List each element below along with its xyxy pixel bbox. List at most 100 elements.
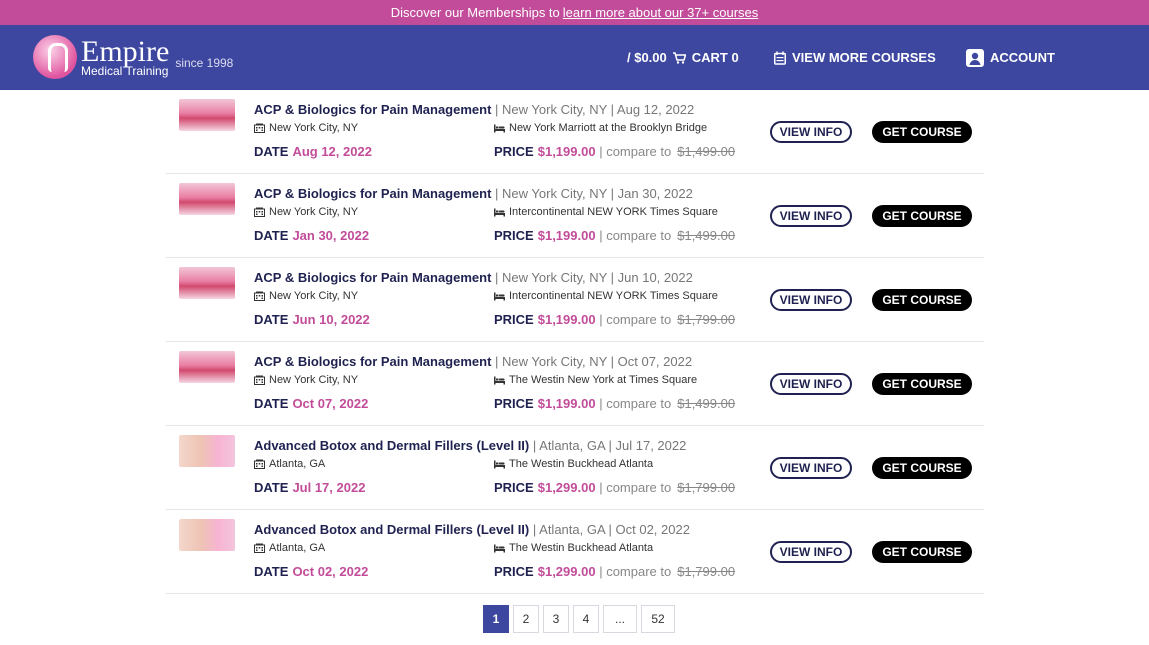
course-old-price: $1,799.00 (677, 480, 736, 495)
cart-link[interactable]: / $0.00 CART 0 (627, 25, 739, 90)
cart-label: CART 0 (691, 50, 739, 65)
course-thumbnail[interactable] (179, 183, 235, 215)
course-price: PRICE $1,199.00 | compare to $1,799.00 (494, 312, 735, 327)
course-thumbnail[interactable] (179, 519, 235, 551)
view-info-button[interactable]: VIEW INFO (770, 121, 852, 143)
building-icon (254, 291, 265, 301)
page-link[interactable]: 1 (483, 605, 509, 633)
course-row: ACP & Biologics for Pain Management | Ne… (166, 90, 984, 174)
course-city: New York City, NY (269, 206, 359, 218)
course-location: Atlanta, GA (254, 542, 325, 554)
view-info-button[interactable]: VIEW INFO (770, 457, 852, 479)
cart-icon (672, 51, 686, 64)
course-title[interactable]: ACP & Biologics for Pain Management (254, 354, 491, 369)
course-row: Advanced Botox and Dermal Fillers (Level… (166, 510, 984, 594)
course-venue: The Westin Buckhead Atlanta (494, 542, 653, 554)
building-icon (254, 207, 265, 217)
course-price-value: $1,299.00 (537, 480, 596, 495)
course-location: Atlanta, GA (254, 458, 325, 470)
building-icon (254, 375, 265, 385)
course-row: ACP & Biologics for Pain Management | Ne… (166, 258, 984, 342)
get-course-button[interactable]: GET COURSE (872, 121, 972, 143)
course-date-value: Jul 17, 2022 (292, 480, 366, 495)
page-link[interactable]: 3 (543, 605, 569, 633)
site-header: Empire Medical Training since 1998 / $0.… (0, 25, 1149, 90)
course-compare-label: | compare to (599, 144, 672, 159)
account-icon (966, 48, 984, 67)
course-price-label: PRICE (494, 228, 534, 243)
bed-icon (494, 208, 505, 216)
get-course-button[interactable]: GET COURSE (872, 457, 972, 479)
account-link[interactable]: ACCOUNT (966, 25, 1055, 90)
course-price-label: PRICE (494, 312, 534, 327)
course-title-line: Advanced Botox and Dermal Fillers (Level… (254, 438, 686, 453)
view-info-button[interactable]: VIEW INFO (770, 289, 852, 311)
course-row: Advanced Botox and Dermal Fillers (Level… (166, 426, 984, 510)
course-city: Atlanta, GA (269, 458, 326, 470)
course-location: New York City, NY (254, 206, 358, 218)
course-meta: | Atlanta, GA | Jul 17, 2022 (532, 438, 687, 453)
promo-banner: Discover our Memberships to learn more a… (0, 0, 1149, 25)
page-link[interactable]: 52 (641, 605, 675, 633)
course-date: DATE Jun 10, 2022 (254, 312, 370, 327)
course-price: PRICE $1,199.00 | compare to $1,499.00 (494, 228, 735, 243)
course-title[interactable]: ACP & Biologics for Pain Management (254, 186, 491, 201)
course-title-line: ACP & Biologics for Pain Management | Ne… (254, 186, 693, 201)
get-course-button[interactable]: GET COURSE (872, 373, 972, 395)
course-date-label: DATE (254, 312, 289, 327)
course-date-label: DATE (254, 480, 289, 495)
course-venue-name: Intercontinental NEW YORK Times Square (509, 290, 718, 302)
course-city: New York City, NY (269, 374, 359, 386)
bed-icon (494, 292, 505, 300)
course-venue-name: The Westin Buckhead Atlanta (509, 542, 654, 554)
course-venue: The Westin New York at Times Square (494, 374, 697, 386)
course-price-value: $1,199.00 (537, 228, 596, 243)
course-title[interactable]: Advanced Botox and Dermal Fillers (Level… (254, 522, 529, 537)
page-link[interactable]: 2 (513, 605, 539, 633)
bed-icon (494, 460, 505, 468)
course-title[interactable]: ACP & Biologics for Pain Management (254, 102, 491, 117)
page-link[interactable]: ... (603, 605, 637, 633)
view-more-courses-link[interactable]: VIEW MORE COURSES (774, 25, 936, 90)
course-date-value: Oct 02, 2022 (292, 564, 369, 579)
course-meta: | Atlanta, GA | Oct 02, 2022 (532, 522, 690, 537)
view-info-button[interactable]: VIEW INFO (770, 205, 852, 227)
course-title[interactable]: ACP & Biologics for Pain Management (254, 270, 491, 285)
bed-icon (494, 544, 505, 552)
view-info-button[interactable]: VIEW INFO (770, 541, 852, 563)
course-date-value: Aug 12, 2022 (292, 144, 372, 159)
course-thumbnail[interactable] (179, 351, 235, 383)
course-thumbnail[interactable] (179, 267, 235, 299)
course-meta: | New York City, NY | Oct 07, 2022 (495, 354, 693, 369)
course-date-label: DATE (254, 396, 289, 411)
course-list: ACP & Biologics for Pain Management | Ne… (166, 90, 984, 594)
course-date-value: Jan 30, 2022 (292, 228, 370, 243)
course-price-label: PRICE (494, 396, 534, 411)
course-title-line: ACP & Biologics for Pain Management | Ne… (254, 102, 694, 117)
promo-link[interactable]: learn more about our 37+ courses (563, 5, 758, 20)
course-title[interactable]: Advanced Botox and Dermal Fillers (Level… (254, 438, 529, 453)
course-thumbnail[interactable] (179, 99, 235, 131)
course-thumbnail[interactable] (179, 435, 235, 467)
view-info-button[interactable]: VIEW INFO (770, 373, 852, 395)
course-price-label: PRICE (494, 144, 534, 159)
course-meta: | New York City, NY | Jun 10, 2022 (495, 270, 693, 285)
course-price: PRICE $1,199.00 | compare to $1,499.00 (494, 396, 735, 411)
course-meta: | New York City, NY | Aug 12, 2022 (495, 102, 695, 117)
get-course-button[interactable]: GET COURSE (872, 541, 972, 563)
course-price-label: PRICE (494, 564, 534, 579)
get-course-button[interactable]: GET COURSE (872, 289, 972, 311)
logo-text: Empire Medical Training (81, 37, 169, 78)
course-date: DATE Aug 12, 2022 (254, 144, 372, 159)
course-venue: The Westin Buckhead Atlanta (494, 458, 653, 470)
promo-text: Discover our Memberships to (390, 5, 560, 20)
course-price-value: $1,299.00 (537, 564, 596, 579)
site-logo[interactable]: Empire Medical Training since 1998 (33, 35, 233, 79)
course-old-price: $1,499.00 (677, 228, 736, 243)
course-venue: Intercontinental NEW YORK Times Square (494, 206, 718, 218)
page-link[interactable]: 4 (573, 605, 599, 633)
course-location: New York City, NY (254, 122, 358, 134)
logo-subtitle: Medical Training (81, 64, 169, 78)
get-course-button[interactable]: GET COURSE (872, 205, 972, 227)
cart-total: / $0.00 (627, 50, 667, 65)
